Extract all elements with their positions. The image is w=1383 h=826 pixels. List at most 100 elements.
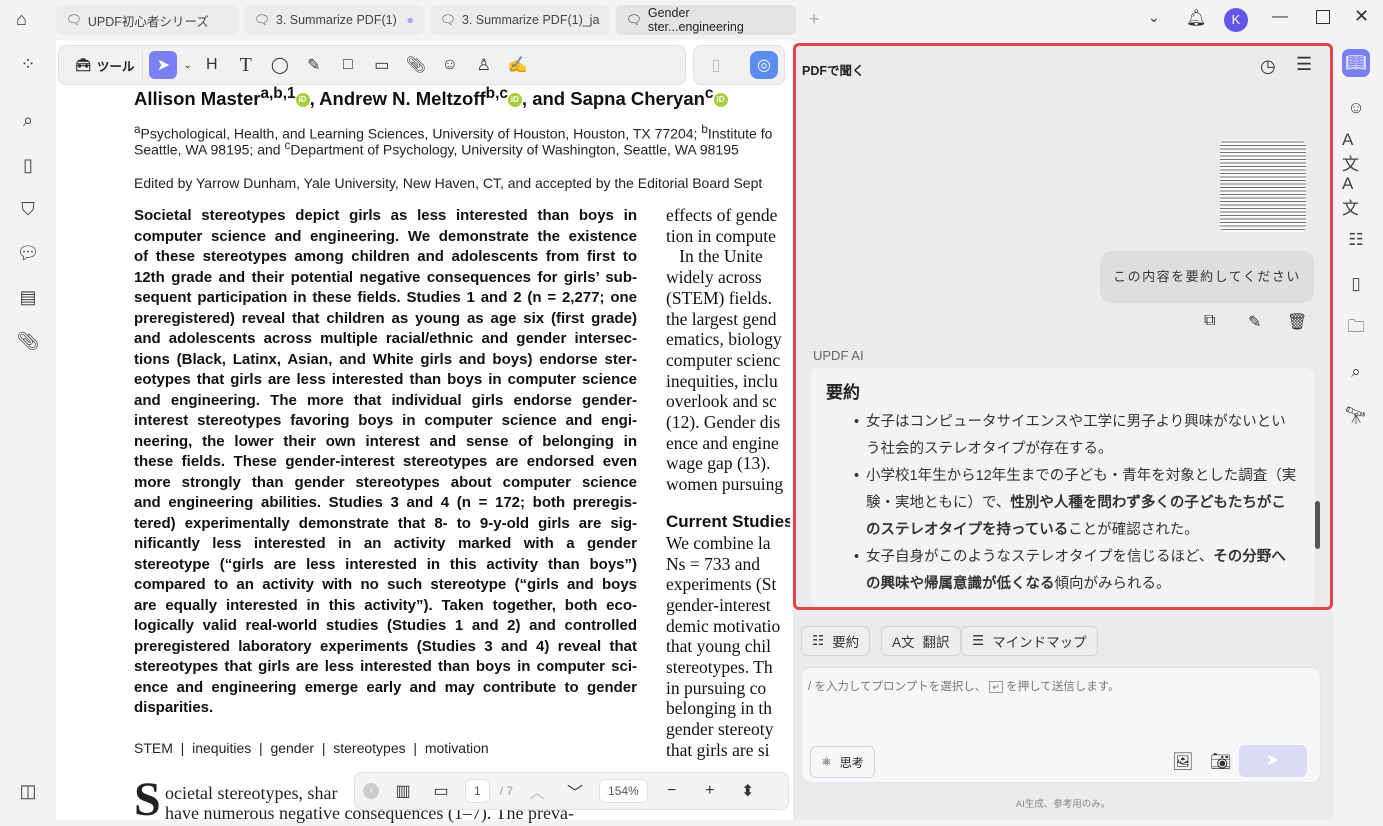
scrollbar-thumb[interactable]: [1315, 501, 1320, 549]
avatar[interactable]: K: [1224, 8, 1248, 32]
column-line: Ns = 733 and: [666, 553, 765, 574]
column-line: in pursuing co: [666, 677, 767, 698]
minimize-icon[interactable]: —: [1272, 8, 1288, 26]
zoom-level[interactable]: 154%: [599, 779, 648, 803]
section-heading: Current Studies: [666, 511, 790, 531]
heading-icon[interactable]: H: [198, 51, 226, 79]
rectangle-icon[interactable]: □: [334, 51, 362, 79]
fit-page-icon[interactable]: ⬍: [734, 777, 762, 805]
screenshot-camera-icon[interactable]: 📷︎: [1210, 752, 1232, 772]
paperclip-icon[interactable]: 📎︎: [402, 51, 430, 79]
tab-summarize-1[interactable]: 🗨 3. Summarize PDF(1) ●: [244, 5, 424, 35]
keywords: STEM | inequities | gender | stereotypes…: [134, 740, 489, 756]
book-icon[interactable]: ▯: [1342, 270, 1370, 298]
folder-ai-icon[interactable]: 🗀: [1342, 314, 1370, 342]
sidebar-toggle-icon[interactable]: ◫: [14, 777, 42, 805]
collapse-chevron-icon[interactable]: ›: [363, 783, 379, 799]
orcid-icon[interactable]: iD: [713, 93, 728, 108]
toolbox-icon: 🧰︎: [75, 57, 91, 72]
pdf-snippet-image[interactable]: [1220, 140, 1306, 232]
attachment-icon[interactable]: 📎︎: [14, 327, 42, 355]
abstract-line: stereotypes that girls are less interest…: [134, 658, 637, 675]
think-button[interactable]: ⚛ 思考: [810, 746, 875, 778]
abstract-line: Societal stereotypes depict girls as les…: [134, 207, 637, 224]
image-ai-icon[interactable]: 🖼︎: [1172, 752, 1194, 772]
present-icon[interactable]: ▭: [427, 777, 455, 805]
highlighter-icon[interactable]: ✎: [300, 51, 328, 79]
summarize-icon: ☷: [812, 633, 825, 648]
bullet-text: ことが確認された。: [1068, 522, 1199, 538]
prompt-input[interactable]: / を入力してプロンプトを選択し、 ↵ を押して送信します。 ⚛ 思考 🖼︎ 📷︎…: [801, 667, 1321, 783]
prev-page-icon[interactable]: ︿: [523, 777, 551, 805]
copy-icon[interactable]: ⧉: [1204, 312, 1215, 330]
translate-document-icon[interactable]: A文: [1342, 174, 1370, 218]
pages-icon[interactable]: ▯: [14, 151, 42, 179]
translate-icon[interactable]: A文: [1342, 130, 1370, 174]
next-page-icon[interactable]: ﹀: [561, 777, 589, 805]
tools-button[interactable]: 🧰︎ ツール: [67, 50, 144, 80]
text-icon[interactable]: T: [232, 51, 260, 79]
abstract-line: compared to an activity with no such ste…: [134, 576, 637, 593]
bell-icon[interactable]: 🔔︎: [1186, 8, 1206, 28]
history-clock-icon[interactable]: ◷: [1260, 56, 1276, 77]
select-cursor-icon[interactable]: ➤: [149, 51, 178, 79]
mindmap-chip[interactable]: ☰ マインドマップ: [961, 626, 1098, 656]
new-tab-plus-icon[interactable]: +: [809, 9, 820, 30]
search-ai-icon[interactable]: ⌕: [1342, 358, 1370, 386]
summary-bullet: 小学校1年生から12年生までの子ども・青年を対象とした調査（実験・実地ともに）で…: [826, 463, 1299, 544]
summarize-chip[interactable]: ☷ 要約: [801, 626, 871, 656]
signature-icon[interactable]: ✍: [504, 51, 532, 79]
keyword: inequities: [192, 740, 252, 756]
keyword: motivation: [424, 740, 489, 756]
page-number-input[interactable]: 1: [465, 779, 490, 803]
column-line: (12). Gender dis: [666, 412, 781, 433]
summary-title: 要約: [826, 383, 860, 402]
edit-icon[interactable]: ✎: [1248, 312, 1261, 332]
home-icon[interactable]: ⌂: [16, 9, 27, 30]
form-icon[interactable]: ▤: [14, 283, 42, 311]
tab-summarize-ja[interactable]: 🗨 3. Summarize PDF(1)_ja: [430, 5, 610, 35]
orcid-icon[interactable]: iD: [507, 93, 522, 108]
abstract-line: sequent participation in these fields. S…: [134, 289, 637, 306]
updf-ai-icon[interactable]: ◎: [750, 51, 778, 79]
telescope-icon[interactable]: 🔭︎: [1342, 402, 1370, 430]
trash-icon[interactable]: 🗑︎: [1287, 312, 1307, 332]
settings-sliders-icon[interactable]: ☰: [1296, 54, 1312, 75]
stamp-icon[interactable]: ♙: [470, 51, 498, 79]
summary-bullet: 女子自身がこのようなステレオタイプを信じるほど、その分野への興味や帰属意識が低く…: [826, 544, 1299, 598]
ai-chat-icon[interactable]: ☺: [1342, 94, 1370, 122]
separator: |: [314, 740, 334, 756]
summarize-icon[interactable]: ☷: [1342, 226, 1370, 254]
comment-bubble-icon[interactable]: ◯: [266, 51, 294, 79]
column-line: computer scienc: [666, 349, 781, 370]
abstract-line: these fields. These gender-interest ster…: [134, 453, 637, 470]
reading-mode-icon[interactable]: ▥: [389, 777, 417, 805]
comment-icon[interactable]: 💬︎: [14, 239, 42, 267]
user-message: この内容を要約してください: [1100, 251, 1314, 303]
panel-title: PDFで聞く: [802, 64, 865, 78]
sticker-icon[interactable]: ☺: [436, 51, 464, 79]
zoom-out-icon[interactable]: −: [658, 777, 686, 805]
chat-icon: 🗨: [626, 12, 642, 27]
column-line: gender stereoty: [666, 719, 774, 740]
tab-updf-series[interactable]: 🗨 UPDF初心者シリーズ: [56, 5, 238, 35]
tab-gender-stereotypes[interactable]: 🗨 Gender ster...engineering: [616, 5, 796, 35]
apps-grid-icon[interactable]: ⁘: [14, 50, 42, 78]
orcid-icon[interactable]: iD: [295, 93, 310, 108]
placeholder-text: / を入力してプロンプトを選択し、: [808, 681, 987, 693]
ai-read-icon[interactable]: 📖︎: [1342, 49, 1370, 77]
device-icon[interactable]: ▯: [702, 51, 730, 79]
translate-chip[interactable]: A文 翻訳: [881, 626, 961, 656]
keyword: stereotypes: [333, 740, 406, 756]
maximize-icon[interactable]: [1316, 10, 1330, 24]
send-button[interactable]: ➤: [1239, 745, 1307, 777]
abstract-line: tered) experimentally demonstrate that 8…: [134, 514, 637, 532]
bookmark-icon[interactable]: ⛉: [14, 195, 42, 223]
chevron-down-icon[interactable]: ⌄: [1148, 9, 1160, 26]
zoom-in-icon[interactable]: +: [696, 777, 724, 805]
close-icon[interactable]: ✕: [1354, 6, 1369, 27]
measure-icon[interactable]: ▭: [368, 51, 396, 79]
chevron-down-icon[interactable]: ⌄: [183, 60, 191, 71]
separator: |: [172, 740, 193, 756]
search-icon[interactable]: ⌕: [14, 106, 42, 134]
